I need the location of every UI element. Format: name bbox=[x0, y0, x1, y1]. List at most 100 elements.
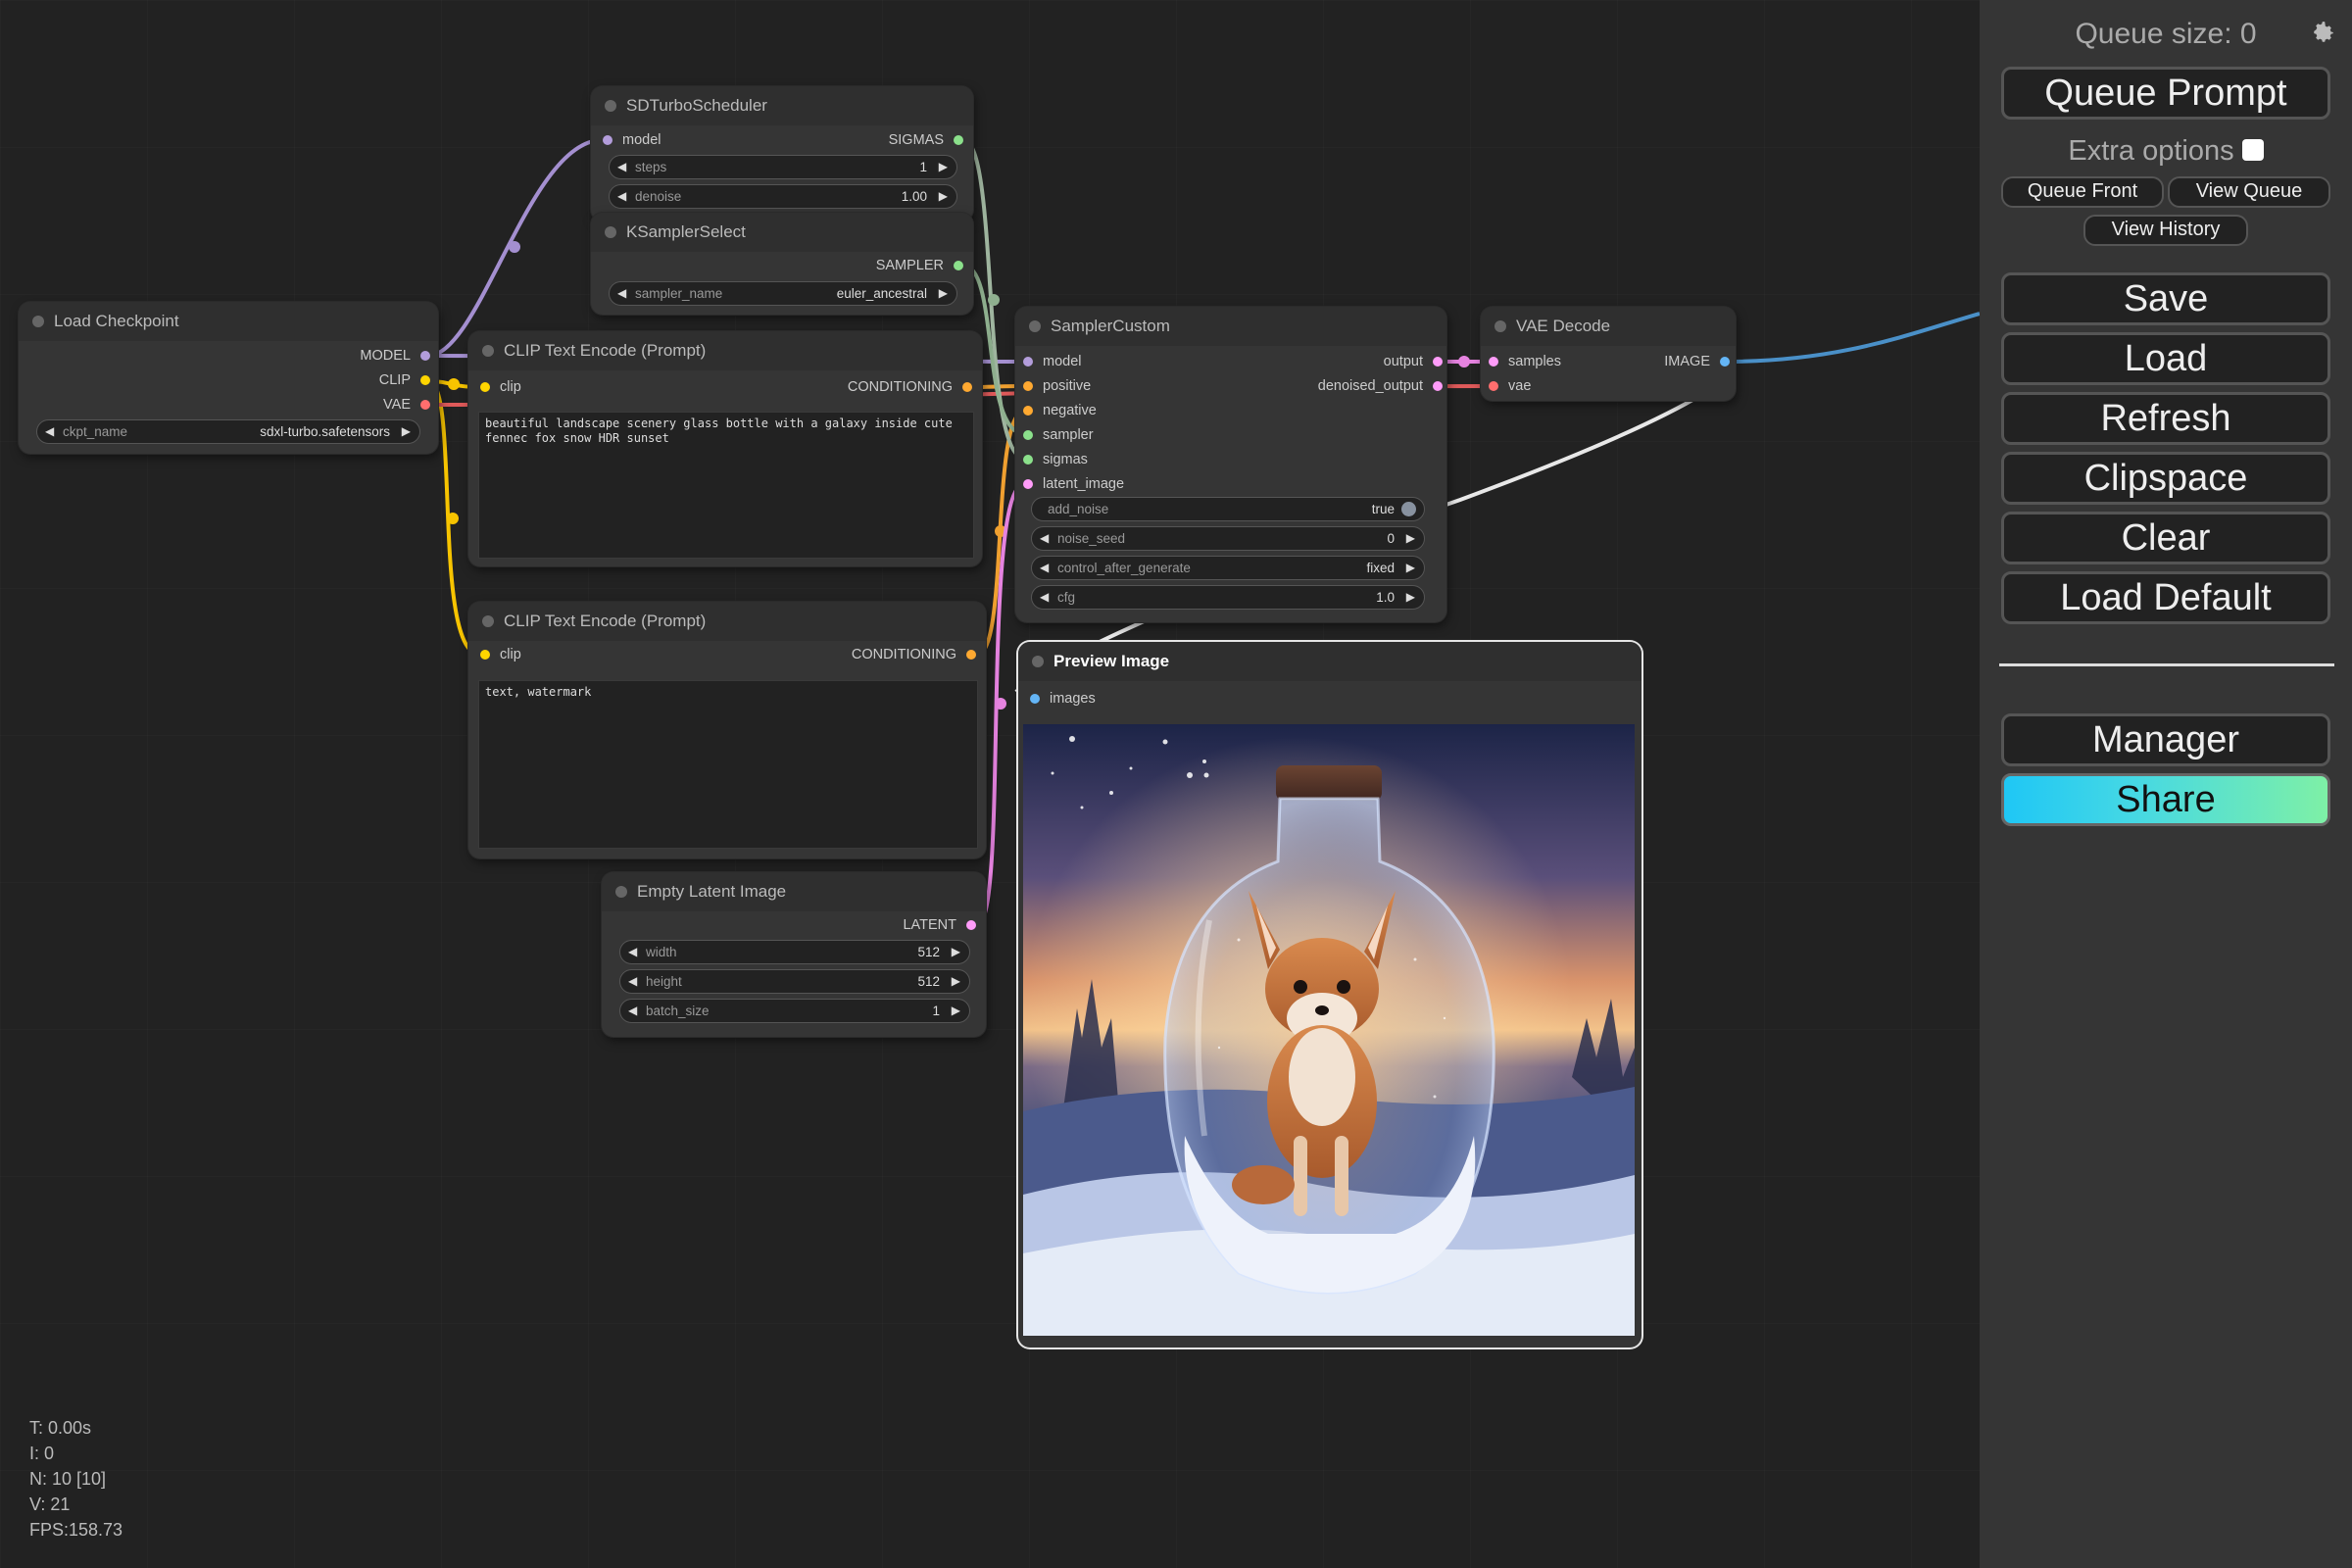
sampler-name-widget[interactable]: ◀ sampler_name euler_ancestral ▶ bbox=[609, 281, 957, 306]
input-vae[interactable]: vae bbox=[1485, 376, 1531, 396]
decrement-arrow-icon[interactable]: ◀ bbox=[628, 1000, 637, 1022]
node-clip-text-encode-positive[interactable]: CLIP Text Encode (Prompt) clip CONDITION… bbox=[468, 331, 982, 566]
collapse-dot[interactable] bbox=[482, 345, 494, 357]
node-preview-image[interactable]: Preview Image images bbox=[1018, 642, 1642, 1348]
input-images[interactable]: images bbox=[1026, 689, 1096, 709]
height-widget[interactable]: ◀ height 512 ▶ bbox=[619, 969, 970, 994]
node-title[interactable]: Load Checkpoint bbox=[19, 302, 438, 341]
input-negative[interactable]: negative bbox=[1019, 401, 1097, 420]
clear-button[interactable]: Clear bbox=[2001, 512, 2330, 564]
collapse-dot[interactable] bbox=[605, 226, 616, 238]
increment-arrow-icon[interactable]: ▶ bbox=[939, 282, 948, 305]
node-title[interactable]: Preview Image bbox=[1018, 642, 1642, 681]
input-clip[interactable]: clip bbox=[476, 377, 521, 397]
extra-options-checkbox[interactable] bbox=[2241, 139, 2264, 161]
input-model[interactable]: model bbox=[599, 130, 662, 150]
ckpt-name-widget[interactable]: ◀ ckpt_name sdxl-turbo.safetensors ▶ bbox=[36, 419, 420, 444]
refresh-button[interactable]: Refresh bbox=[2001, 392, 2330, 445]
share-button[interactable]: Share bbox=[2001, 773, 2330, 826]
input-positive[interactable]: positive bbox=[1019, 376, 1091, 396]
width-widget[interactable]: ◀ width 512 ▶ bbox=[619, 940, 970, 964]
node-empty-latent-image[interactable]: Empty Latent Image LATENT ◀ width 512 ▶ ◀ he… bbox=[602, 872, 986, 1037]
clipspace-button[interactable]: Clipspace bbox=[2001, 452, 2330, 505]
input-clip[interactable]: clip bbox=[476, 645, 521, 664]
input-sampler[interactable]: sampler bbox=[1019, 425, 1094, 445]
output-output[interactable]: output bbox=[1384, 352, 1445, 371]
toggle-knob-icon[interactable] bbox=[1401, 502, 1416, 516]
increment-arrow-icon[interactable]: ▶ bbox=[952, 1000, 960, 1022]
collapse-dot[interactable] bbox=[615, 886, 627, 898]
queue-prompt-button[interactable]: Queue Prompt bbox=[2001, 67, 2330, 120]
output-conditioning[interactable]: CONDITIONING bbox=[848, 377, 974, 397]
decrement-arrow-icon[interactable]: ◀ bbox=[617, 185, 626, 208]
input-sigmas[interactable]: sigmas bbox=[1019, 450, 1088, 469]
node-sampler-custom[interactable]: SamplerCustom model positive negative sa… bbox=[1015, 307, 1446, 622]
node-load-checkpoint[interactable]: Load Checkpoint MODEL CLIP VAE ◀ ckpt_nam… bbox=[19, 302, 438, 454]
batch-size-widget[interactable]: ◀ batch_size 1 ▶ bbox=[619, 999, 970, 1023]
increment-arrow-icon[interactable]: ▶ bbox=[952, 970, 960, 993]
node-title[interactable]: Empty Latent Image bbox=[602, 872, 986, 911]
increment-arrow-icon[interactable]: ▶ bbox=[952, 941, 960, 963]
view-history-button[interactable]: View History bbox=[2083, 215, 2248, 246]
increment-arrow-icon[interactable]: ▶ bbox=[1406, 557, 1415, 579]
denoise-widget[interactable]: ◀ denoise 1.00 ▶ bbox=[609, 184, 957, 209]
increment-arrow-icon[interactable]: ▶ bbox=[939, 185, 948, 208]
queue-front-button[interactable]: Queue Front bbox=[2001, 176, 2164, 208]
input-samples[interactable]: samples bbox=[1485, 352, 1561, 371]
output-clip[interactable]: CLIP bbox=[379, 370, 432, 390]
increment-arrow-icon[interactable]: ▶ bbox=[1406, 527, 1415, 550]
increment-arrow-icon[interactable]: ▶ bbox=[402, 420, 411, 443]
cfg-widget[interactable]: ◀ cfg 1.0 ▶ bbox=[1031, 585, 1425, 610]
collapse-dot[interactable] bbox=[1032, 656, 1044, 667]
prompt-textarea[interactable]: beautiful landscape scenery glass bottle… bbox=[478, 412, 974, 559]
decrement-arrow-icon[interactable]: ◀ bbox=[628, 970, 637, 993]
control-after-generate-widget[interactable]: ◀ control_after_generate fixed ▶ bbox=[1031, 556, 1425, 580]
output-model[interactable]: MODEL bbox=[360, 346, 432, 366]
decrement-arrow-icon[interactable]: ◀ bbox=[628, 941, 637, 963]
node-title[interactable]: CLIP Text Encode (Prompt) bbox=[468, 602, 986, 641]
load-button[interactable]: Load bbox=[2001, 332, 2330, 385]
increment-arrow-icon[interactable]: ▶ bbox=[1406, 586, 1415, 609]
decrement-arrow-icon[interactable]: ◀ bbox=[617, 282, 626, 305]
preview-image-output[interactable] bbox=[1023, 724, 1635, 1336]
node-graph-canvas[interactable]: SDTurboScheduler model SIGMAS ◀ steps 1 ▶ ◀… bbox=[0, 0, 1980, 1568]
manager-button[interactable]: Manager bbox=[2001, 713, 2330, 766]
gear-icon[interactable] bbox=[2311, 20, 2336, 45]
node-title[interactable]: CLIP Text Encode (Prompt) bbox=[468, 331, 982, 370]
collapse-dot[interactable] bbox=[605, 100, 616, 112]
collapse-dot[interactable] bbox=[1494, 320, 1506, 332]
output-conditioning[interactable]: CONDITIONING bbox=[852, 645, 978, 664]
decrement-arrow-icon[interactable]: ◀ bbox=[1040, 586, 1049, 609]
decrement-arrow-icon[interactable]: ◀ bbox=[1040, 557, 1049, 579]
decrement-arrow-icon[interactable]: ◀ bbox=[1040, 527, 1049, 550]
view-queue-button[interactable]: View Queue bbox=[2168, 176, 2330, 208]
node-title[interactable]: KSamplerSelect bbox=[591, 213, 973, 252]
decrement-arrow-icon[interactable]: ◀ bbox=[45, 420, 54, 443]
node-ksampler-select[interactable]: KSamplerSelect SAMPLER ◀ sampler_name eule… bbox=[591, 213, 973, 315]
output-vae[interactable]: VAE bbox=[383, 395, 432, 415]
node-title[interactable]: SDTurboScheduler bbox=[591, 86, 973, 125]
output-image[interactable]: IMAGE bbox=[1664, 352, 1732, 371]
steps-widget[interactable]: ◀ steps 1 ▶ bbox=[609, 155, 957, 179]
prompt-textarea[interactable]: text, watermark bbox=[478, 680, 978, 849]
input-model[interactable]: model bbox=[1019, 352, 1082, 371]
node-title[interactable]: VAE Decode bbox=[1481, 307, 1736, 346]
collapse-dot[interactable] bbox=[32, 316, 44, 327]
node-title[interactable]: SamplerCustom bbox=[1015, 307, 1446, 346]
save-button[interactable]: Save bbox=[2001, 272, 2330, 325]
increment-arrow-icon[interactable]: ▶ bbox=[939, 156, 948, 178]
node-vae-decode[interactable]: VAE Decode samples vae IMAGE bbox=[1481, 307, 1736, 401]
output-sigmas[interactable]: SIGMAS bbox=[889, 130, 965, 150]
collapse-dot[interactable] bbox=[1029, 320, 1041, 332]
add-noise-toggle[interactable]: add_noise true bbox=[1031, 497, 1425, 521]
node-sd-turbo-scheduler[interactable]: SDTurboScheduler model SIGMAS ◀ steps 1 ▶ ◀… bbox=[591, 86, 973, 221]
output-latent[interactable]: LATENT bbox=[903, 915, 978, 935]
input-latent-image[interactable]: latent_image bbox=[1019, 474, 1124, 494]
collapse-dot[interactable] bbox=[482, 615, 494, 627]
output-denoised-output[interactable]: denoised_output bbox=[1318, 376, 1445, 396]
load-default-button[interactable]: Load Default bbox=[2001, 571, 2330, 624]
noise-seed-widget[interactable]: ◀ noise_seed 0 ▶ bbox=[1031, 526, 1425, 551]
output-sampler[interactable]: SAMPLER bbox=[876, 256, 965, 275]
decrement-arrow-icon[interactable]: ◀ bbox=[617, 156, 626, 178]
node-clip-text-encode-negative[interactable]: CLIP Text Encode (Prompt) clip CONDITION… bbox=[468, 602, 986, 858]
